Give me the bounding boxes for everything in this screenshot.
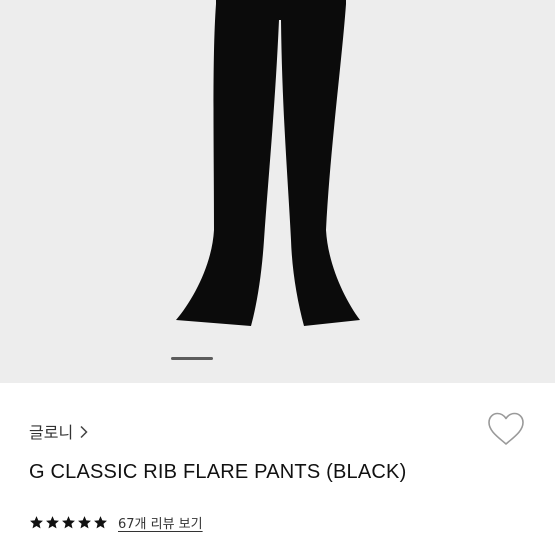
pager-indicator-active xyxy=(171,357,213,360)
chevron-right-icon xyxy=(79,424,89,439)
heart-outline-icon xyxy=(488,412,524,445)
flare-pants-photo xyxy=(176,0,360,326)
favorite-button[interactable] xyxy=(486,410,526,450)
star-icon xyxy=(30,516,43,529)
brand-link[interactable]: 글로니 xyxy=(29,419,89,443)
product-image[interactable] xyxy=(0,0,555,383)
review-link[interactable]: 67개 리뷰 보기 xyxy=(118,513,203,532)
pager-indicator-track xyxy=(213,357,383,360)
star-icon xyxy=(62,516,75,529)
pants-shape xyxy=(176,0,360,326)
product-info: 글로니 G CLASSIC RIB FLARE PANTS (BLACK) 67… xyxy=(0,383,555,555)
rating-row: 67개 리뷰 보기 xyxy=(29,513,203,532)
product-title: G CLASSIC RIB FLARE PANTS (BLACK) xyxy=(29,461,407,483)
star-icon xyxy=(46,516,59,529)
star-icon xyxy=(78,516,91,529)
star-icon xyxy=(94,516,107,529)
brand-name: 글로니 xyxy=(29,423,74,442)
gallery-pager xyxy=(0,357,555,360)
star-rating xyxy=(29,515,108,530)
